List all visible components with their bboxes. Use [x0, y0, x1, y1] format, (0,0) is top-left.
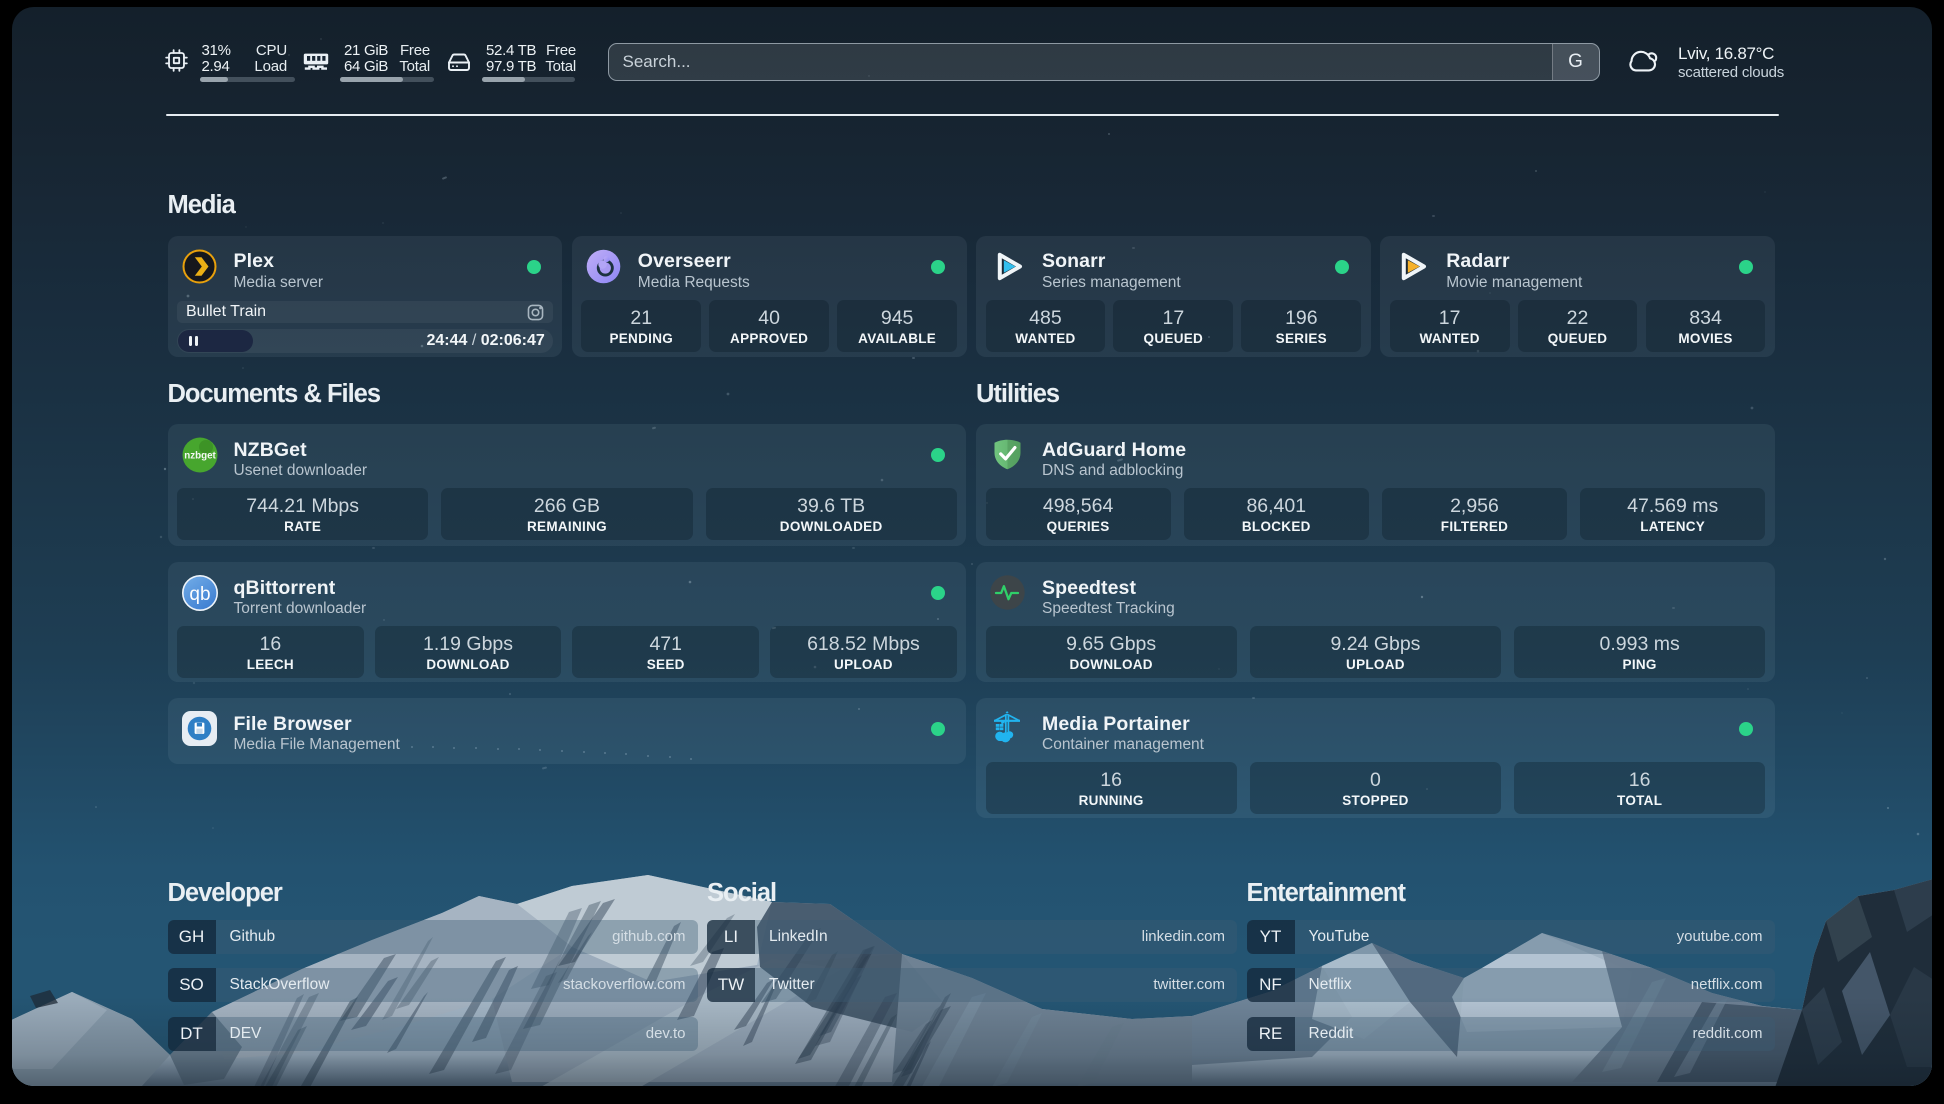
svg-text:nzbget: nzbget [184, 451, 216, 462]
svg-text:qb: qb [189, 584, 210, 605]
